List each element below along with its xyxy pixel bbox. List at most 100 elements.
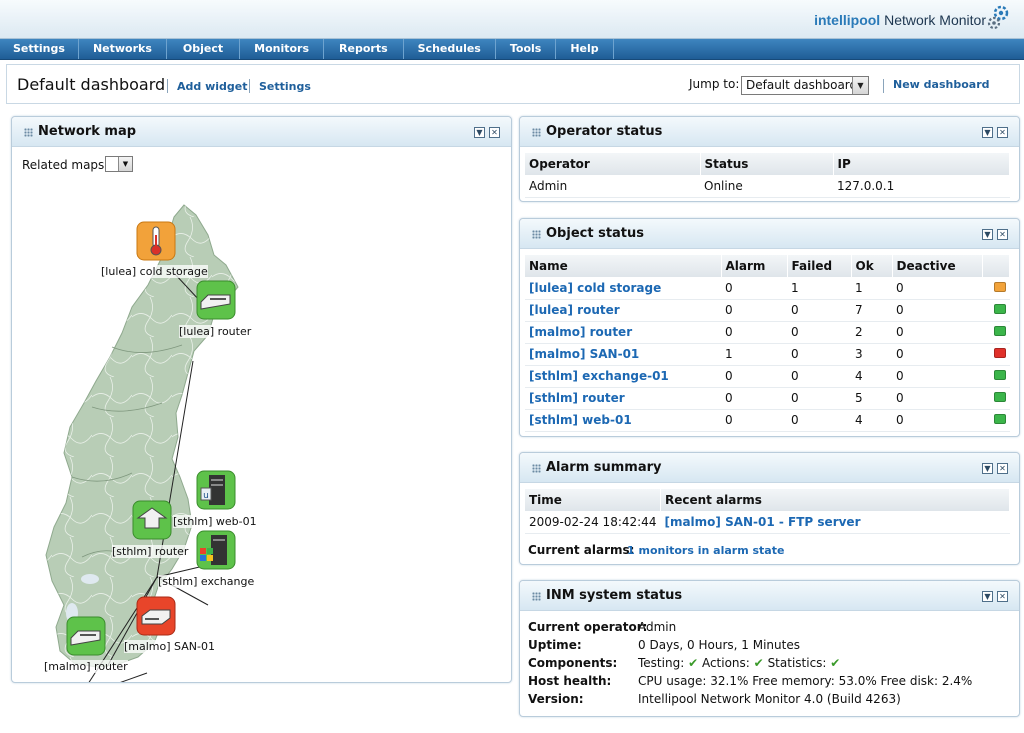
table-row: [sthlm] router 0 0 5 0 <box>525 387 1010 410</box>
object-name-link[interactable]: [lulea] router <box>529 303 620 317</box>
map-node-label: [sthlm] exchange <box>158 575 255 588</box>
drag-handle-icon[interactable] <box>532 128 541 137</box>
menu-reports[interactable]: Reports <box>324 39 404 59</box>
column-header: Time <box>525 489 661 511</box>
table-row: [sthlm] web-01 0 0 4 0 <box>525 409 1010 432</box>
column-header: Ok <box>851 255 893 277</box>
alarm-count: 0 <box>725 413 733 427</box>
close-icon[interactable]: ✕ <box>997 463 1008 474</box>
failed-count: 0 <box>791 413 799 427</box>
deactive-count: 0 <box>896 413 904 427</box>
close-icon[interactable]: ✕ <box>997 229 1008 240</box>
chevron-down-icon[interactable]: ▼ <box>852 77 868 94</box>
status-value: Admin <box>638 620 677 634</box>
chevron-down-icon[interactable]: ▼ <box>118 157 132 171</box>
widget-header[interactable]: Alarm summary ▼ ✕ <box>520 453 1019 483</box>
object-name-link[interactable]: [sthlm] router <box>529 391 625 405</box>
close-icon[interactable]: ✕ <box>997 591 1008 602</box>
object-name-link[interactable]: [sthlm] exchange-01 <box>529 369 669 383</box>
ok-count: 4 <box>855 369 863 383</box>
minimize-icon[interactable]: ▼ <box>474 127 485 138</box>
system-status-widget: INM system status ▼ ✕ Current operator:A… <box>519 580 1020 717</box>
alarm-count: 0 <box>725 391 733 405</box>
related-maps-select[interactable]: ▼ <box>105 156 133 172</box>
brand-part2: Network Monitor <box>880 12 986 28</box>
table-row: [lulea] cold storage 0 1 1 0 <box>525 277 1010 300</box>
widget-header[interactable]: Operator status ▼ ✕ <box>520 117 1019 147</box>
minimize-icon[interactable]: ▼ <box>982 127 993 138</box>
menu-networks[interactable]: Networks <box>79 39 167 59</box>
divider <box>249 79 250 93</box>
object-name-link[interactable]: [malmo] router <box>529 325 632 339</box>
status-row-version: Version: Intellipool Network Monitor 4.0 … <box>528 692 901 706</box>
minimize-icon[interactable]: ▼ <box>982 463 993 474</box>
table-header-row: Time Recent alarms <box>525 489 1011 511</box>
close-icon[interactable]: ✕ <box>997 127 1008 138</box>
alarm-link[interactable]: [malmo] SAN-01 - FTP server <box>664 515 860 529</box>
status-value: Intellipool Network Monitor 4.0 (Build 4… <box>638 692 901 706</box>
component-actions: Actions: <box>701 656 750 670</box>
ok-count: 7 <box>855 303 863 317</box>
map-node-label: [sthlm] web-01 <box>173 515 257 528</box>
settings-link[interactable]: Settings <box>259 80 311 93</box>
sweden-map <box>45 204 239 682</box>
jump-to-value: Default dashboard <box>746 78 858 92</box>
status-value: CPU usage: 32.1% Free memory: 53.0% Free… <box>638 674 973 688</box>
map-node-sthlm-web[interactable]: u <box>196 470 236 513</box>
alarm-summary-widget: Alarm summary ▼ ✕ Time Recent alarms 200… <box>519 452 1020 565</box>
widget-header[interactable]: INM system status ▼ ✕ <box>520 581 1019 611</box>
current-alarms-link[interactable]: 1 monitors in alarm state <box>627 544 784 557</box>
menu-object[interactable]: Object <box>167 39 241 59</box>
drag-handle-icon[interactable] <box>532 230 541 239</box>
menu-help[interactable]: Help <box>556 39 614 59</box>
drag-handle-icon[interactable] <box>532 464 541 473</box>
menu-schedules[interactable]: Schedules <box>404 39 496 59</box>
table-header-row: Name Alarm Failed Ok Deactive <box>525 255 1010 277</box>
checkmark-icon: ✔ <box>688 656 699 670</box>
map-node-sthlm-router[interactable] <box>132 500 172 543</box>
add-widget-link[interactable]: Add widget <box>177 80 248 93</box>
minimize-icon[interactable]: ▼ <box>982 229 993 240</box>
deactive-count: 0 <box>896 369 904 383</box>
map-node-label: [lulea] cold storage <box>101 265 208 278</box>
windows-server-icon <box>196 530 236 570</box>
table-row: [lulea] router 0 0 7 0 <box>525 299 1010 322</box>
drag-handle-icon[interactable] <box>532 592 541 601</box>
minimize-icon[interactable]: ▼ <box>982 591 993 602</box>
menu-settings[interactable]: Settings <box>0 39 79 59</box>
brand-part1: intellipool <box>814 12 881 28</box>
map-node-malmo-router[interactable] <box>66 616 106 659</box>
table-row: [malmo] router 0 0 2 0 <box>525 321 1010 344</box>
divider <box>167 79 168 93</box>
table-row: [sthlm] exchange-01 0 0 4 0 <box>525 365 1010 388</box>
status-row-components: Components: Testing: ✔ Actions: ✔ Statist… <box>528 656 840 670</box>
widget-title: Operator status <box>546 124 663 139</box>
close-icon[interactable]: ✕ <box>489 127 500 138</box>
drag-handle-icon[interactable] <box>24 128 33 137</box>
column-header-status <box>982 255 1010 277</box>
map-node-lulea-router[interactable] <box>196 280 236 323</box>
new-dashboard-link[interactable]: New dashboard <box>893 78 990 91</box>
map-node-malmo-san[interactable] <box>136 596 176 639</box>
menu-tools[interactable]: Tools <box>496 39 557 59</box>
status-label: Version: <box>528 692 584 706</box>
widget-header[interactable]: Network map ▼ ✕ <box>12 117 511 147</box>
object-name-link[interactable]: [malmo] SAN-01 <box>529 347 639 361</box>
failed-count: 0 <box>791 391 799 405</box>
object-name-link[interactable]: [lulea] cold storage <box>529 281 661 295</box>
operator-table: Operator Status IP Admin Online 127.0.0.… <box>525 153 1010 198</box>
jump-to-select[interactable]: Default dashboard ▼ <box>741 76 869 95</box>
map-node-lulea-cold-storage[interactable] <box>136 221 176 264</box>
deactive-count: 0 <box>896 280 904 295</box>
main-menu: Settings Networks Object Monitors Report… <box>0 39 1024 60</box>
status-value: 0 Days, 0 Hours, 1 Minutes <box>638 638 800 652</box>
widget-header[interactable]: Object status ▼ ✕ <box>520 219 1019 249</box>
map-node-sthlm-exchange[interactable] <box>196 530 236 573</box>
alarm-count: 0 <box>725 280 733 295</box>
status-indicator-icon <box>993 348 1006 358</box>
router-group-icon <box>132 500 172 540</box>
network-map-widget: Network map ▼ ✕ Related maps ▼ [lulea] c… <box>11 116 512 683</box>
object-name-link[interactable]: [sthlm] web-01 <box>529 413 632 427</box>
status-indicator-icon <box>993 370 1006 380</box>
menu-monitors[interactable]: Monitors <box>240 39 325 59</box>
